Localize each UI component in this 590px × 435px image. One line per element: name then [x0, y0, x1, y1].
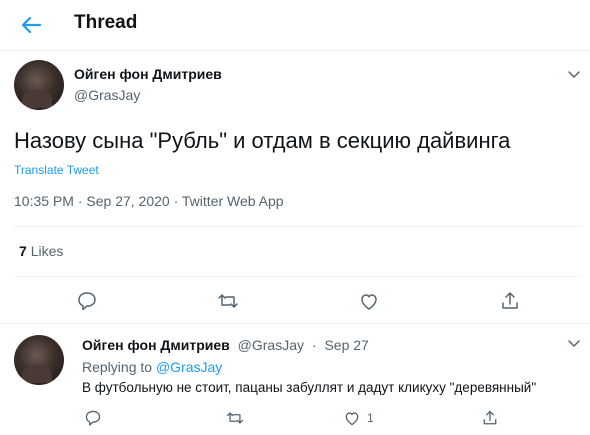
- tweet-time[interactable]: 10:35 PM: [14, 193, 74, 209]
- page-title: Thread: [74, 12, 138, 33]
- share-icon[interactable]: [481, 409, 499, 427]
- like-icon: [343, 409, 361, 427]
- divider: [14, 276, 582, 277]
- replying-prefix: Replying to: [82, 359, 153, 375]
- reply-text: В футбольную не стоит, пацаны забуллят и…: [82, 380, 537, 395]
- reply-author-handle[interactable]: @GrasJay: [238, 337, 304, 353]
- avatar[interactable]: [14, 335, 64, 385]
- tweet-source[interactable]: Twitter Web App: [182, 193, 284, 209]
- share-icon[interactable]: [499, 290, 521, 312]
- like-icon[interactable]: [358, 290, 380, 312]
- meta-separator: ·: [311, 337, 317, 353]
- reply-likes-count: 1: [367, 411, 374, 425]
- meta-separator: ·: [173, 193, 179, 209]
- reply-author-name[interactable]: Ойген фон Дмитриев: [82, 337, 230, 353]
- divider: [0, 323, 590, 324]
- chevron-down-icon[interactable]: [566, 335, 582, 351]
- likes-stat[interactable]: 7 Likes: [19, 243, 63, 259]
- author-name[interactable]: Ойген фон Дмитриев: [74, 66, 222, 82]
- tweet-meta: 10:35 PM · Sep 27, 2020 · Twitter Web Ap…: [14, 193, 284, 209]
- thread-header: Thread: [0, 0, 590, 51]
- back-arrow-icon[interactable]: [18, 12, 44, 38]
- chevron-down-icon[interactable]: [566, 66, 582, 82]
- retweet-icon[interactable]: [217, 290, 239, 312]
- replying-handle-link[interactable]: @GrasJay: [156, 359, 222, 375]
- divider: [14, 226, 582, 227]
- like-button[interactable]: 1: [343, 409, 374, 427]
- author-handle[interactable]: @GrasJay: [74, 87, 140, 103]
- likes-count: 7: [19, 243, 27, 259]
- meta-separator: ·: [77, 193, 83, 209]
- retweet-icon[interactable]: [226, 409, 244, 427]
- tweet-text: Назову сына "Рубль" и отдам в секцию дай…: [14, 128, 511, 153]
- likes-label: Likes: [30, 243, 64, 259]
- reply-icon[interactable]: [76, 290, 98, 312]
- translate-tweet-link[interactable]: Translate Tweet: [14, 163, 99, 177]
- reply-date[interactable]: Sep 27: [324, 337, 368, 353]
- avatar[interactable]: [14, 60, 64, 110]
- replying-to: Replying to @GrasJay: [82, 359, 222, 375]
- reply-icon[interactable]: [84, 409, 102, 427]
- tweet-date[interactable]: Sep 27, 2020: [86, 193, 169, 209]
- reply-header: Ойген фон Дмитриев @GrasJay · Sep 27: [82, 337, 369, 353]
